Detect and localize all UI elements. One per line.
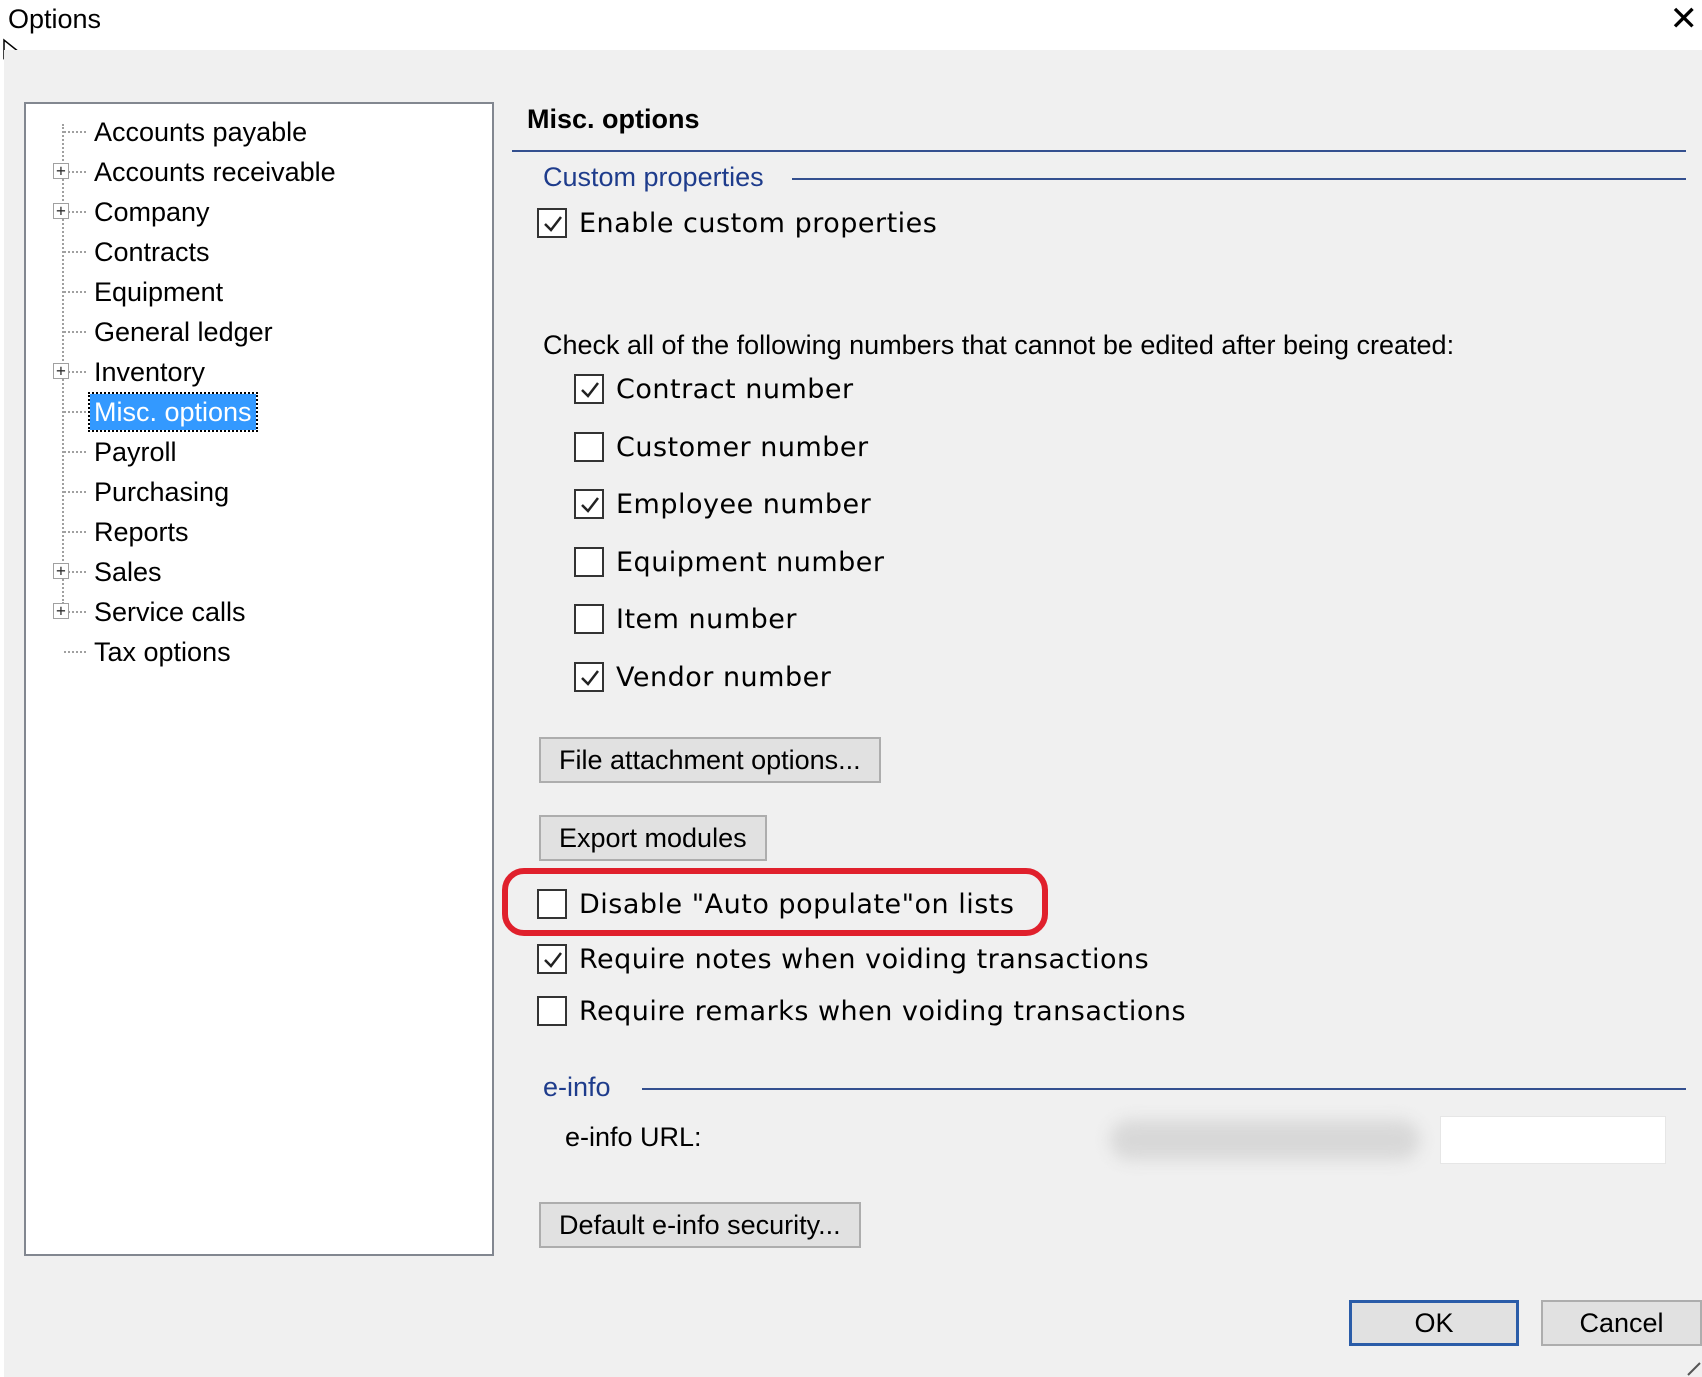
window-title: Options: [8, 4, 102, 34]
tree-item[interactable]: Reports: [26, 512, 486, 552]
checkbox-label: Equipment number: [616, 546, 885, 578]
expand-icon[interactable]: +: [53, 363, 69, 379]
tree-item[interactable]: Contracts: [26, 232, 486, 272]
checkbox-label: Employee number: [616, 489, 872, 520]
einfo-url-redacted-value: [1110, 1120, 1420, 1160]
tree-item-label: Tax options: [94, 637, 231, 667]
title-bar: Options ✕: [0, 0, 1702, 50]
tree-item-label: Reports: [94, 517, 189, 547]
tree-item[interactable]: Equipment: [26, 272, 486, 312]
tree-item[interactable]: Accounts payable: [26, 112, 486, 152]
checkbox-unchecked[interactable]: [574, 604, 604, 634]
checkbox-checked[interactable]: [574, 661, 604, 692]
resize-grip-icon[interactable]: [1682, 1357, 1702, 1377]
tree-item[interactable]: + Sales: [26, 552, 486, 592]
checkbox-unchecked[interactable]: [574, 546, 604, 577]
checkbox-label: Require remarks when voiding transaction…: [579, 996, 1187, 1027]
default-einfo-security-button[interactable]: Default e-info security...: [539, 1202, 861, 1248]
tree-connector: [64, 451, 86, 453]
tree-item-label: Company: [94, 197, 210, 227]
tree-item-label: Payroll: [94, 437, 177, 467]
options-tree[interactable]: Accounts payable + Accounts receivable + Com…: [24, 102, 494, 1256]
custom-properties-divider: [792, 178, 1686, 180]
checkbox-label: Vendor number: [616, 661, 832, 693]
tree-item[interactable]: + Service calls: [26, 592, 486, 632]
ok-button[interactable]: OK: [1349, 1300, 1519, 1346]
custom-properties-group-title: Custom properties: [543, 162, 764, 192]
highlight-annotation: [502, 868, 1048, 936]
tree-item-label: Misc. options: [88, 392, 258, 432]
tree-connector: [64, 531, 86, 533]
expand-icon[interactable]: +: [53, 203, 69, 219]
checkbox-label: Item number: [616, 604, 797, 635]
tree-item-label: Contracts: [94, 237, 210, 267]
tree-item-label: Accounts receivable: [94, 157, 336, 187]
checkbox-box[interactable]: [537, 208, 567, 238]
einfo-group-title: e-info: [543, 1072, 611, 1102]
tree-connector: [64, 291, 86, 293]
tree-connector: [64, 331, 86, 333]
expand-icon[interactable]: +: [53, 563, 69, 579]
close-icon[interactable]: ✕: [1670, 2, 1699, 36]
tree-item-label: Accounts payable: [94, 117, 308, 147]
tree-connector: [64, 411, 86, 413]
tree-item[interactable]: + Accounts receivable: [26, 152, 486, 192]
tree-connector: [64, 251, 86, 253]
file-attachment-options-button[interactable]: File attachment options...: [539, 737, 881, 783]
tree-item-label: Service calls: [94, 597, 246, 627]
cancel-button[interactable]: Cancel: [1541, 1300, 1702, 1346]
tree-item[interactable]: General ledger: [26, 312, 486, 352]
tree-item-label: Purchasing: [94, 477, 230, 507]
tree-item-label: Equipment: [94, 277, 224, 307]
tree-item-label: General ledger: [94, 317, 273, 347]
tree-item[interactable]: Payroll: [26, 432, 486, 472]
checkbox-checked[interactable]: [574, 374, 604, 404]
tree-item[interactable]: + Company: [26, 192, 486, 232]
einfo-url-field[interactable]: [1440, 1116, 1666, 1164]
checkbox-checked[interactable]: [537, 944, 567, 974]
tree-item[interactable]: Misc. options: [26, 392, 486, 432]
tree-item[interactable]: Purchasing: [26, 472, 486, 512]
heading-divider: [512, 150, 1686, 152]
expand-icon[interactable]: +: [53, 163, 69, 179]
checkbox-label: Enable custom properties: [579, 208, 938, 239]
expand-icon[interactable]: +: [53, 603, 69, 619]
checkbox-unchecked[interactable]: [574, 431, 604, 462]
tree-connector: [64, 491, 86, 493]
einfo-divider: [642, 1088, 1686, 1090]
tree-item-label: Inventory: [94, 357, 206, 387]
tree-connector: [64, 651, 86, 653]
einfo-url-label: e-info URL:: [565, 1122, 702, 1152]
checkbox-unchecked[interactable]: [537, 996, 567, 1026]
checkbox-label: Require notes when voiding transactions: [579, 944, 1150, 975]
tree-item[interactable]: + Inventory: [26, 352, 486, 392]
checkbox-checked[interactable]: [574, 489, 604, 519]
tree-item-label: Sales: [94, 557, 162, 587]
page-title: Misc. options: [527, 104, 700, 134]
numbers-prompt: Check all of the following numbers that …: [543, 330, 1455, 360]
tree-item[interactable]: Tax options: [26, 632, 486, 672]
export-modules-button[interactable]: Export modules: [539, 815, 767, 861]
checkbox-label: Contract number: [616, 374, 854, 405]
tree-connector: [64, 131, 86, 133]
checkbox-label: Customer number: [616, 431, 869, 463]
